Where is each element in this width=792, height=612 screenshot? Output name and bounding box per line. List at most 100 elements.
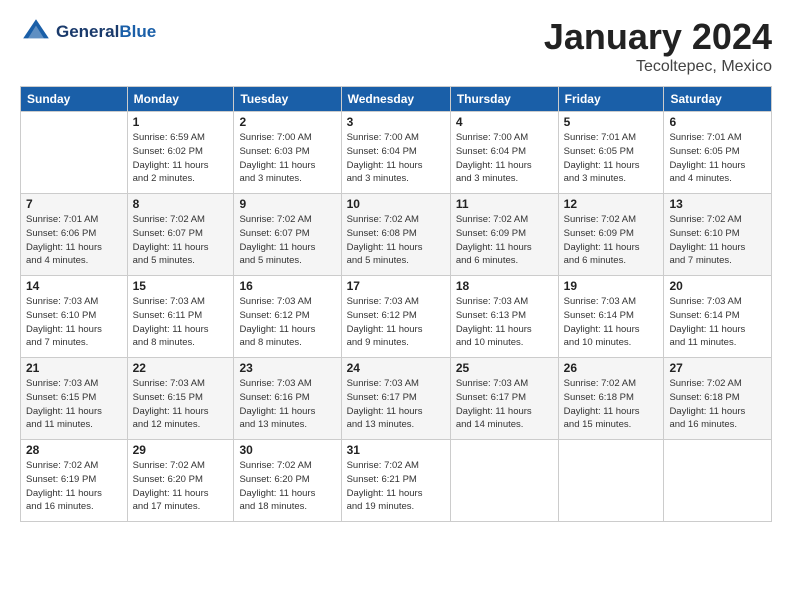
calendar-cell: 29Sunrise: 7:02 AM Sunset: 6:20 PM Dayli… [127,440,234,522]
calendar-cell: 27 Sunrise: 7:02 AM Sunset: 6:18 PM Dayli… [664,358,772,440]
calendar-cell: 3Sunrise: 7:00 AM Sunset: 6:04 PM Daylig… [341,112,450,194]
day-info: Sunrise: 7:03 AM Sunset: 6:16 PM Dayligh… [239,377,335,432]
col-header-monday: Monday [127,87,234,112]
day-number: 14 [26,279,122,293]
day-number: 22 [133,361,229,375]
calendar-table: SundayMondayTuesdayWednesdayThursdayFrid… [20,86,772,522]
day-info: Sunrise: 7:03 AM Sunset: 6:14 PM Dayligh… [564,295,659,350]
calendar-cell [664,440,772,522]
logo-text: GeneralBlue [56,22,156,42]
day-number: 20 [669,279,766,293]
title-section: January 2024 Tecoltepec, Mexico [544,16,772,76]
col-header-wednesday: Wednesday [341,87,450,112]
day-number: 28 [26,443,122,457]
month-title: January 2024 [544,16,772,58]
day-number: 15 [133,279,229,293]
calendar-cell: 2 Sunrise: 7:00 AM Sunset: 6:03 PM Daylig… [234,112,341,194]
day-number: 12 [564,197,659,211]
logo: GeneralBlue [20,16,156,48]
col-header-friday: Friday [558,87,664,112]
day-info: Sunrise: 7:02 AM Sunset: 6:07 PM Dayligh… [133,213,229,268]
day-info: Sunrise: 7:03 AM Sunset: 6:17 PM Dayligh… [456,377,553,432]
calendar-cell: 19 Sunrise: 7:03 AM Sunset: 6:14 PM Dayli… [558,276,664,358]
day-number: 4 [456,115,553,129]
logo-blue: Blue [119,22,156,41]
calendar-cell: 6 Sunrise: 7:01 AM Sunset: 6:05 PM Daylig… [664,112,772,194]
day-info: Sunrise: 7:02 AM Sunset: 6:21 PM Dayligh… [347,459,445,514]
calendar-cell: 1Sunrise: 6:59 AM Sunset: 6:02 PM Daylig… [127,112,234,194]
day-info: Sunrise: 7:03 AM Sunset: 6:12 PM Dayligh… [347,295,445,350]
week-row-1: 1Sunrise: 6:59 AM Sunset: 6:02 PM Daylig… [21,112,772,194]
calendar-cell: 25Sunrise: 7:03 AM Sunset: 6:17 PM Dayli… [450,358,558,440]
day-number: 24 [347,361,445,375]
week-row-5: 28 Sunrise: 7:02 AM Sunset: 6:19 PM Dayli… [21,440,772,522]
calendar-cell: 13Sunrise: 7:02 AM Sunset: 6:10 PM Dayli… [664,194,772,276]
calendar-cell: 17Sunrise: 7:03 AM Sunset: 6:12 PM Dayli… [341,276,450,358]
day-info: Sunrise: 7:02 AM Sunset: 6:07 PM Dayligh… [239,213,335,268]
day-number: 2 [239,115,335,129]
day-info: Sunrise: 7:01 AM Sunset: 6:06 PM Dayligh… [26,213,122,268]
calendar-cell: 22 Sunrise: 7:03 AM Sunset: 6:15 PM Dayli… [127,358,234,440]
header-row: SundayMondayTuesdayWednesdayThursdayFrid… [21,87,772,112]
calendar-cell: 18 Sunrise: 7:03 AM Sunset: 6:13 PM Dayli… [450,276,558,358]
day-number: 6 [669,115,766,129]
day-number: 8 [133,197,229,211]
day-number: 1 [133,115,229,129]
day-number: 26 [564,361,659,375]
day-info: Sunrise: 7:00 AM Sunset: 6:03 PM Dayligh… [239,131,335,186]
calendar-cell [450,440,558,522]
calendar-cell: 15 Sunrise: 7:03 AM Sunset: 6:11 PM Dayli… [127,276,234,358]
day-number: 27 [669,361,766,375]
calendar-cell: 7 Sunrise: 7:01 AM Sunset: 6:06 PM Daylig… [21,194,128,276]
day-info: Sunrise: 7:03 AM Sunset: 6:15 PM Dayligh… [133,377,229,432]
calendar-cell: 11 Sunrise: 7:02 AM Sunset: 6:09 PM Dayli… [450,194,558,276]
calendar-cell: 31 Sunrise: 7:02 AM Sunset: 6:21 PM Dayli… [341,440,450,522]
day-info: Sunrise: 7:02 AM Sunset: 6:08 PM Dayligh… [347,213,445,268]
day-info: Sunrise: 7:02 AM Sunset: 6:09 PM Dayligh… [564,213,659,268]
day-number: 31 [347,443,445,457]
day-info: Sunrise: 7:03 AM Sunset: 6:13 PM Dayligh… [456,295,553,350]
week-row-4: 21 Sunrise: 7:03 AM Sunset: 6:15 PM Dayli… [21,358,772,440]
calendar-cell: 28 Sunrise: 7:02 AM Sunset: 6:19 PM Dayli… [21,440,128,522]
calendar-cell: 26 Sunrise: 7:02 AM Sunset: 6:18 PM Dayli… [558,358,664,440]
day-info: Sunrise: 7:01 AM Sunset: 6:05 PM Dayligh… [669,131,766,186]
calendar-cell: 5Sunrise: 7:01 AM Sunset: 6:05 PM Daylig… [558,112,664,194]
calendar-cell: 9 Sunrise: 7:02 AM Sunset: 6:07 PM Daylig… [234,194,341,276]
calendar-cell: 30Sunrise: 7:02 AM Sunset: 6:20 PM Dayli… [234,440,341,522]
day-number: 18 [456,279,553,293]
day-number: 10 [347,197,445,211]
day-number: 21 [26,361,122,375]
day-number: 19 [564,279,659,293]
page: GeneralBlue January 2024 Tecoltepec, Mex… [0,0,792,612]
col-header-sunday: Sunday [21,87,128,112]
calendar-cell: 4Sunrise: 7:00 AM Sunset: 6:04 PM Daylig… [450,112,558,194]
location-title: Tecoltepec, Mexico [544,58,772,76]
logo-general: General [56,22,119,41]
calendar-cell: 14 Sunrise: 7:03 AM Sunset: 6:10 PM Dayli… [21,276,128,358]
calendar-cell: 23 Sunrise: 7:03 AM Sunset: 6:16 PM Dayli… [234,358,341,440]
calendar-cell: 8 Sunrise: 7:02 AM Sunset: 6:07 PM Daylig… [127,194,234,276]
day-number: 13 [669,197,766,211]
day-info: Sunrise: 7:03 AM Sunset: 6:11 PM Dayligh… [133,295,229,350]
header: GeneralBlue January 2024 Tecoltepec, Mex… [20,16,772,76]
calendar-cell: 20 Sunrise: 7:03 AM Sunset: 6:14 PM Dayli… [664,276,772,358]
col-header-saturday: Saturday [664,87,772,112]
day-info: Sunrise: 7:02 AM Sunset: 6:18 PM Dayligh… [669,377,766,432]
day-info: Sunrise: 7:02 AM Sunset: 6:20 PM Dayligh… [239,459,335,514]
calendar-cell [558,440,664,522]
day-number: 5 [564,115,659,129]
calendar-cell: 16Sunrise: 7:03 AM Sunset: 6:12 PM Dayli… [234,276,341,358]
day-info: Sunrise: 7:03 AM Sunset: 6:14 PM Dayligh… [669,295,766,350]
day-info: Sunrise: 7:02 AM Sunset: 6:09 PM Dayligh… [456,213,553,268]
col-header-tuesday: Tuesday [234,87,341,112]
day-number: 23 [239,361,335,375]
week-row-2: 7 Sunrise: 7:01 AM Sunset: 6:06 PM Daylig… [21,194,772,276]
day-number: 7 [26,197,122,211]
day-info: Sunrise: 7:02 AM Sunset: 6:19 PM Dayligh… [26,459,122,514]
day-info: Sunrise: 7:03 AM Sunset: 6:10 PM Dayligh… [26,295,122,350]
day-number: 11 [456,197,553,211]
day-info: Sunrise: 7:00 AM Sunset: 6:04 PM Dayligh… [347,131,445,186]
day-info: Sunrise: 7:02 AM Sunset: 6:18 PM Dayligh… [564,377,659,432]
week-row-3: 14 Sunrise: 7:03 AM Sunset: 6:10 PM Dayli… [21,276,772,358]
day-number: 9 [239,197,335,211]
